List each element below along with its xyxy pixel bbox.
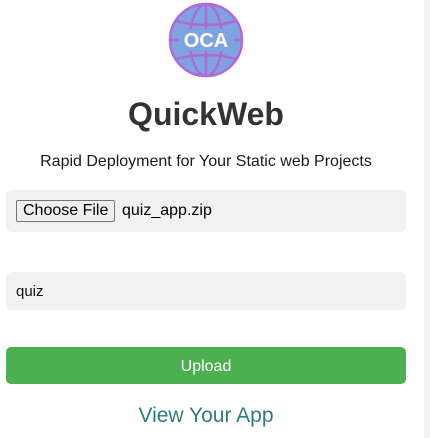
app-title: QuickWeb: [128, 96, 284, 132]
globe-logo-svg: OCA: [168, 2, 244, 78]
logo-text: OCA: [184, 30, 228, 52]
view-app-link[interactable]: View Your App: [0, 402, 412, 430]
globe-logo-icon: OCA: [167, 1, 245, 79]
scrollbar-track[interactable]: [424, 0, 430, 438]
name-field-box: [6, 272, 406, 310]
page: OCA QuickWeb Rapid Deployment for Your S…: [0, 0, 430, 438]
selected-file-name: quiz_app.zip: [122, 202, 212, 219]
app-subtitle: Rapid Deployment for Your Static web Pro…: [40, 153, 372, 170]
file-upload-box: Choose File quiz_app.zip: [6, 190, 406, 232]
choose-file-button[interactable]: Choose File: [16, 200, 116, 222]
upload-button[interactable]: Upload: [6, 347, 406, 384]
project-name-input[interactable]: [6, 272, 406, 310]
